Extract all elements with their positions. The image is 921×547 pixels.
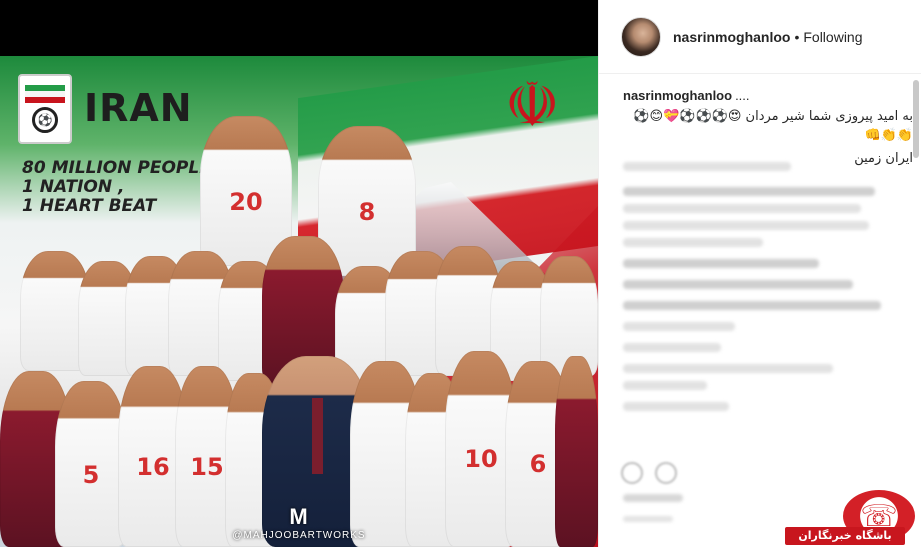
blurred-comment [623, 322, 735, 331]
blurred-comment [623, 187, 875, 196]
jersey-number: 15 [190, 452, 224, 481]
blurred-comment [623, 301, 881, 310]
post-sidebar: nasrinmoghanloo • Following nasrinmoghan… [598, 0, 921, 547]
caption-text-line: به امید پیروزی شما شیر مردان 😍⚽⚽⚽💝😊⚽👏👏👊 [633, 109, 913, 143]
blurred-comment [623, 343, 721, 352]
caption-username[interactable]: nasrinmoghanloo [623, 88, 732, 103]
blurred-comment [623, 204, 861, 213]
blurred-comment [623, 259, 819, 268]
blurred-comment [623, 364, 833, 373]
watermark-logo-icon: M [289, 504, 309, 529]
avatar[interactable] [621, 16, 661, 57]
blurred-comment [623, 238, 763, 247]
comments-list [623, 162, 903, 419]
post-media[interactable]: ☫ ⚽ IRAN 80 MILLION PEOPLE , 1 NATION , … [0, 0, 598, 547]
jersey-number: 6 [529, 450, 547, 479]
like-icon[interactable] [621, 462, 643, 484]
jersey-number: 20 [229, 188, 263, 216]
blurred-comment [623, 402, 730, 411]
separator-dot: • [794, 28, 800, 45]
jersey-number: 8 [358, 198, 376, 226]
comment-icon[interactable] [655, 462, 677, 484]
post-header: nasrinmoghanloo • Following [599, 0, 921, 74]
blurred-comment [623, 280, 853, 289]
blurred-comment [623, 381, 707, 390]
post-actions [621, 462, 677, 484]
likes-count[interactable] [623, 494, 683, 502]
jersey-number: 10 [464, 445, 498, 474]
club-banner-label: باشگاه خبرنگاران [785, 527, 905, 545]
watermark: M @MAHJOOBARTWORKS [0, 504, 598, 542]
comments-scrollbar[interactable] [913, 80, 919, 158]
players-group: 20 8 5 16 15 10 6 [0, 111, 598, 547]
jersey-number: 16 [136, 452, 170, 481]
team-poster-image: ☫ ⚽ IRAN 80 MILLION PEOPLE , 1 NATION , … [0, 56, 598, 547]
caption: nasrinmoghanloo.... به امید پیروزی شما ش… [623, 88, 913, 168]
caption-ellipsis: .... [735, 88, 750, 103]
jersey-number: 5 [82, 460, 100, 489]
following-button[interactable]: Following [803, 29, 862, 45]
caption-author: nasrinmoghanloo.... [623, 88, 913, 103]
post-timestamp [623, 516, 673, 522]
blurred-comment [623, 162, 791, 171]
header-username[interactable]: nasrinmoghanloo [673, 29, 790, 45]
watermark-text: @MAHJOOBARTWORKS [232, 530, 366, 541]
blurred-comment [623, 221, 870, 230]
